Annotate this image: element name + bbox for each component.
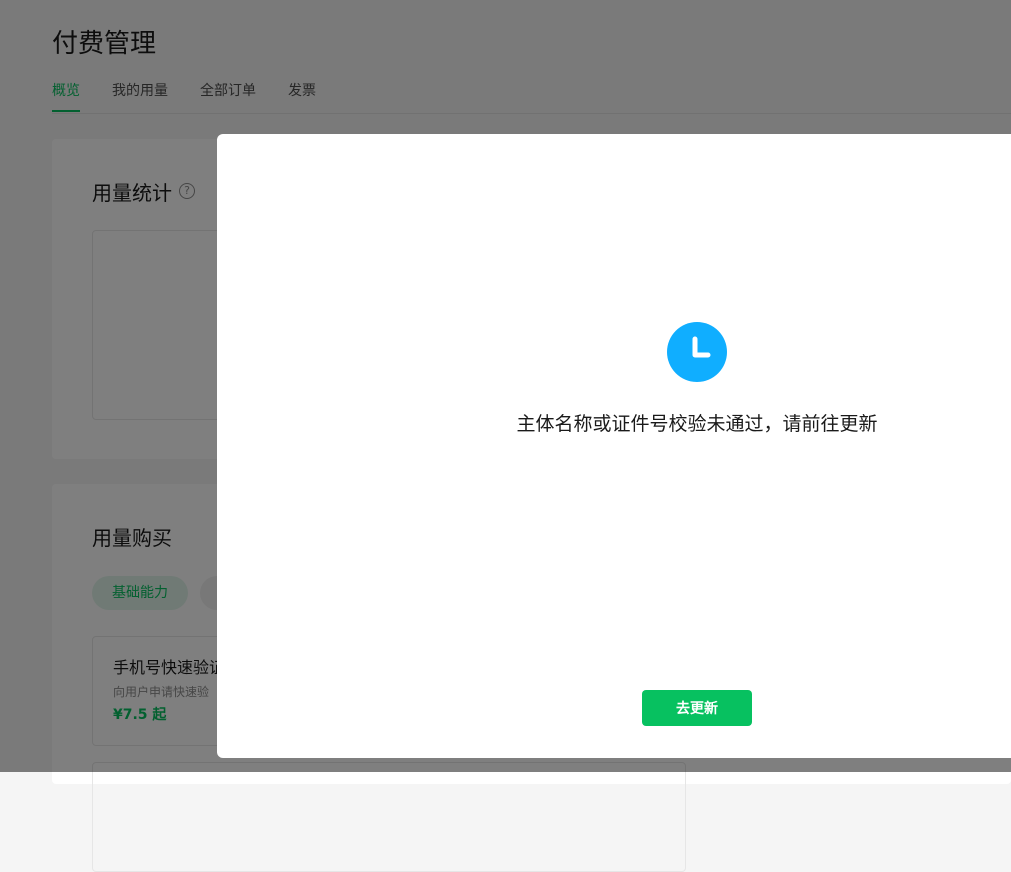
dialog-message: 主体名称或证件号校验未通过，请前往更新: [516, 413, 878, 435]
product-card-next[interactable]: [92, 762, 686, 872]
clock-icon: [667, 322, 727, 382]
go-update-button[interactable]: 去更新: [642, 690, 752, 726]
verification-dialog: 主体名称或证件号校验未通过，请前往更新 去更新: [217, 134, 1011, 758]
